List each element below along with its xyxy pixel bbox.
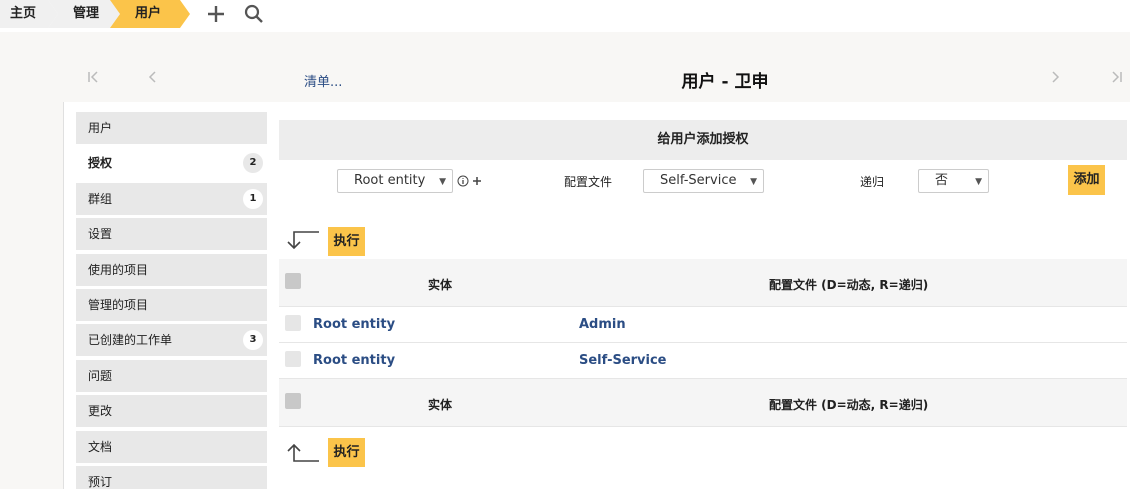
entity-link[interactable]: Root entity bbox=[313, 353, 395, 368]
count-badge: 3 bbox=[243, 330, 263, 351]
sidebar-item-created-tickets[interactable]: 已创建的工作单 3 bbox=[76, 324, 267, 357]
sidebar-item-used-items[interactable]: 使用的项目 bbox=[76, 253, 267, 286]
left-gutter bbox=[0, 102, 64, 489]
sidebar-item-label: 用户 bbox=[88, 121, 113, 135]
entity-link[interactable]: Root entity bbox=[313, 317, 395, 332]
profile-select-value: Self-Service bbox=[660, 173, 737, 188]
sidebar-item-label: 设置 bbox=[88, 227, 113, 242]
search-icon[interactable] bbox=[242, 2, 266, 26]
sidebar-item-label: 问题 bbox=[88, 368, 113, 383]
entity-select[interactable]: Root entity ▼ bbox=[337, 169, 453, 193]
sidebar-item-user[interactable]: 用户 bbox=[76, 112, 267, 144]
table-row: Root entity Admin bbox=[279, 307, 1127, 343]
profile-link[interactable]: Self-Service bbox=[579, 353, 667, 368]
batch-arrow-down-icon bbox=[287, 231, 319, 250]
page-header: 清单... 用户 - 卫申 bbox=[0, 32, 1130, 102]
sidebar-item-label: 预订 bbox=[88, 474, 113, 489]
profile-select[interactable]: Self-Service ▼ bbox=[643, 169, 764, 193]
sidebar-item-reservations[interactable]: 预订 bbox=[76, 465, 267, 489]
sidebar-item-problems[interactable]: 问题 bbox=[76, 359, 267, 392]
sidebar-item-groups[interactable]: 群组 1 bbox=[76, 182, 267, 215]
chevron-down-icon: ▼ bbox=[439, 177, 446, 187]
sidebar-item-label: 文档 bbox=[88, 439, 113, 454]
top-bar: 主页 管理 用户 bbox=[0, 0, 1130, 32]
row-checkbox[interactable] bbox=[285, 351, 301, 367]
table-header: 实体 配置文件 (D=动态, R=递归) bbox=[279, 259, 1127, 307]
sidebar: 用户 授权 2 群组 1 设置 使用的项目 管理的项目 已创建的工作单 3 问题 更改… bbox=[76, 112, 267, 489]
add-button[interactable]: 添加 bbox=[1068, 165, 1105, 195]
column-footer-entity: 实体 bbox=[428, 398, 453, 412]
chevron-down-icon: ▼ bbox=[975, 177, 982, 187]
breadcrumb-admin[interactable]: 管理 bbox=[48, 0, 120, 28]
select-all-checkbox-footer[interactable] bbox=[285, 393, 301, 409]
main-content: 给用户添加授权 Root entity ▼ 配置文件 Self-Service … bbox=[279, 120, 1127, 467]
sidebar-item-label: 管理的项目 bbox=[88, 297, 149, 312]
select-all-checkbox[interactable] bbox=[285, 273, 301, 289]
column-header-entity: 实体 bbox=[428, 278, 453, 292]
sidebar-item-label: 授权 bbox=[88, 156, 113, 171]
info-icon[interactable] bbox=[457, 175, 469, 187]
count-badge: 2 bbox=[243, 153, 263, 174]
page-title: 用户 - 卫申 bbox=[681, 72, 769, 92]
sidebar-item-managed-items[interactable]: 管理的项目 bbox=[76, 288, 267, 321]
recursive-label: 递归 bbox=[860, 175, 885, 189]
sidebar-item-label: 使用的项目 bbox=[88, 262, 149, 277]
breadcrumb-home[interactable]: 主页 bbox=[0, 0, 58, 28]
recursive-select-value: 否 bbox=[935, 173, 949, 188]
authorizations-table: 实体 配置文件 (D=动态, R=递归) Root entity Admin R… bbox=[279, 259, 1127, 427]
page-title-wrap: 用户 - 卫申 bbox=[0, 67, 1130, 92]
recursive-select[interactable]: 否 ▼ bbox=[918, 169, 989, 193]
batch-arrow-up-icon bbox=[287, 443, 319, 462]
sidebar-item-documents[interactable]: 文档 bbox=[76, 430, 267, 463]
sidebar-item-authorizations[interactable]: 授权 2 bbox=[76, 147, 267, 180]
form-title: 给用户添加授权 bbox=[279, 120, 1127, 160]
last-page-icon[interactable] bbox=[1110, 69, 1124, 85]
add-authorization-form: Root entity ▼ 配置文件 Self-Service ▼ 递归 否 ▼… bbox=[279, 160, 1127, 206]
profile-label: 配置文件 bbox=[564, 175, 613, 189]
profile-link[interactable]: Admin bbox=[579, 317, 626, 332]
count-badge: 1 bbox=[243, 188, 263, 209]
sidebar-item-label: 群组 bbox=[88, 191, 113, 206]
next-page-icon[interactable] bbox=[1050, 69, 1062, 85]
breadcrumb-users[interactable]: 用户 bbox=[110, 0, 190, 28]
row-checkbox[interactable] bbox=[285, 315, 301, 331]
sidebar-item-settings[interactable]: 设置 bbox=[76, 218, 267, 251]
execute-button-bottom[interactable]: 执行 bbox=[328, 438, 365, 467]
sidebar-item-changes[interactable]: 更改 bbox=[76, 395, 267, 428]
column-footer-profile: 配置文件 (D=动态, R=递归) bbox=[769, 398, 929, 412]
column-header-profile: 配置文件 (D=动态, R=递归) bbox=[769, 278, 929, 292]
table-row: Root entity Self-Service bbox=[279, 343, 1127, 379]
entity-select-value: Root entity bbox=[354, 173, 426, 188]
sidebar-item-label: 已创建的工作单 bbox=[88, 333, 173, 348]
add-icon[interactable] bbox=[204, 2, 228, 26]
chevron-down-icon: ▼ bbox=[750, 177, 757, 187]
table-footer: 实体 配置文件 (D=动态, R=递归) bbox=[279, 379, 1127, 427]
plus-icon[interactable] bbox=[472, 176, 482, 186]
execute-button-top[interactable]: 执行 bbox=[328, 227, 365, 256]
sidebar-item-label: 更改 bbox=[88, 404, 113, 419]
